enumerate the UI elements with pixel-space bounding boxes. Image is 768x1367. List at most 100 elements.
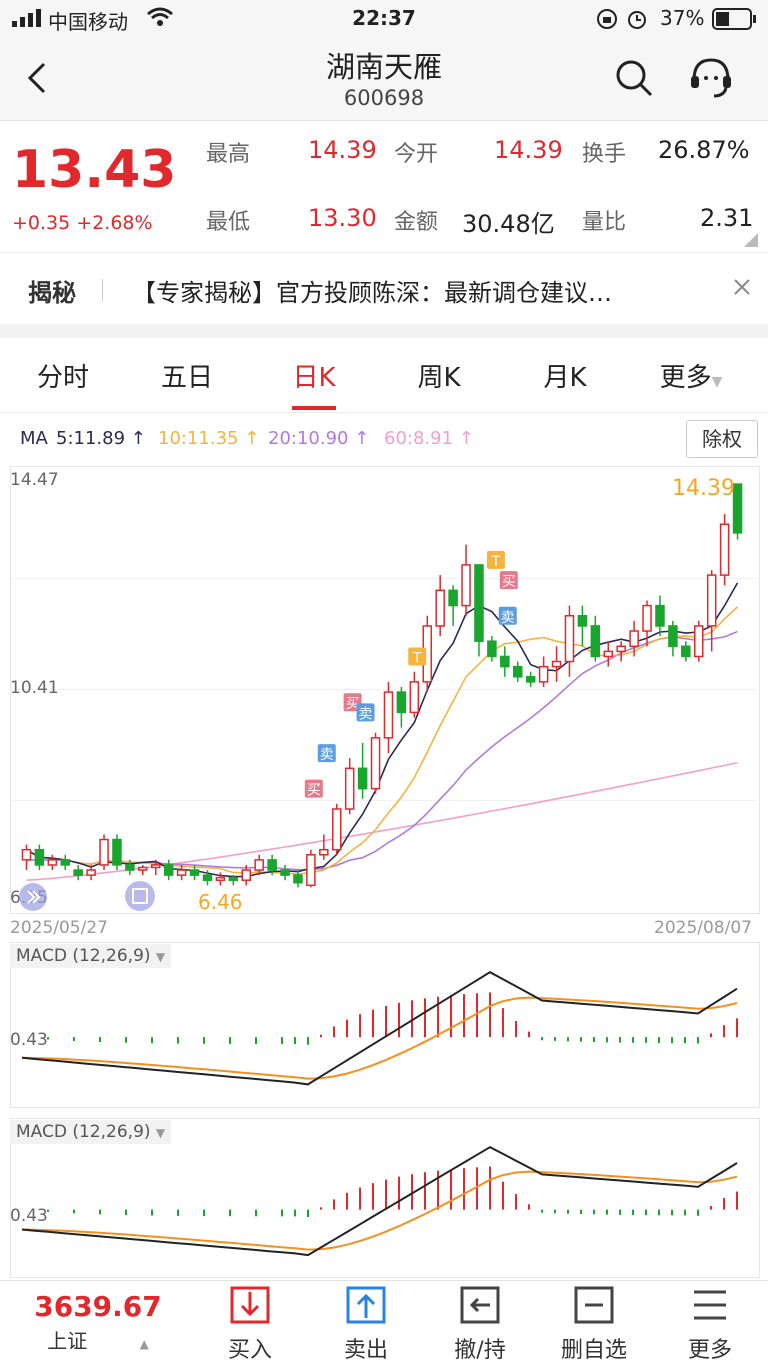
open-label: 今开 [394,142,439,167]
customer-service-icon[interactable] [688,56,734,104]
date-end: 2025/08/07 [654,918,752,938]
low-marker: 6.46 [198,890,243,914]
macd-value-1: 0.43 [10,1030,48,1050]
ma5-legend: 5:11.89 ↑ [56,428,146,449]
sell-button[interactable]: 卖出 [316,1286,416,1364]
candle-body [138,866,148,871]
candle-body [331,808,342,851]
banner-divider [102,279,103,301]
signal-badge-label: T [491,554,501,570]
candle-body [383,691,394,739]
candle-body [538,665,549,683]
battery-percent: 37% [660,6,705,30]
candle-body [73,869,83,876]
candle-body [577,615,588,627]
candle-body [396,691,407,714]
crosshair-toggle-icon[interactable] [124,880,156,916]
turnover-value: 26.87% [658,136,750,164]
section-gap [0,324,768,338]
candle-body [642,604,652,632]
candle-body [693,625,704,658]
tab-monthly-k[interactable]: 月K [510,357,620,394]
macd-chart-2 [21,1145,738,1257]
tab-intraday[interactable]: 分时 [8,357,118,394]
candle-body [603,650,614,658]
candle-body [241,869,252,881]
scroll-left-icon[interactable] [18,882,48,916]
buy-button[interactable]: 买入 [200,1286,300,1364]
low-label: 最低 [206,210,251,235]
more-button[interactable]: 更多 [660,1286,760,1364]
cancel-hold-icon [460,1286,500,1324]
candle-body [293,874,303,884]
tab-daily-k[interactable]: 日K [259,357,369,394]
ma10-legend: 10:11.35 ↑ [158,428,260,449]
last-price: 13.43 [12,140,177,200]
candle-body [254,859,264,871]
ma60-legend: 60:8.91 ↑ [384,428,474,449]
macd-value-2: 0.43 [10,1206,48,1226]
candle-body [163,864,174,876]
signal-badge-label: 卖 [501,610,515,626]
ma20-legend: 20:10.90 ↑ [268,428,370,449]
high-marker: 14.39 [672,476,735,501]
candle-body [280,869,290,876]
nav-bar: 湖南天雁 600698 [0,40,768,121]
candle-body [448,589,458,607]
candle-body [590,625,601,658]
open-value: 14.39 [494,136,563,164]
sell-icon [346,1286,386,1324]
candle-body [99,838,109,866]
candle-body [461,564,471,607]
candle-body [176,869,187,876]
cancel-hold-button[interactable]: 撤/持 [430,1286,530,1364]
low-value: 13.30 [308,204,377,232]
candle-body [409,681,420,714]
ma10-line [26,606,739,875]
candle-body [189,869,200,876]
signal-badge-label: 买 [502,574,516,590]
candle-body [112,838,122,866]
ma-label: MA [20,428,48,449]
banner-tag: 揭秘 [28,279,76,307]
candle-body [357,767,368,790]
candle-body [719,523,730,576]
tab-weekly-k[interactable]: 周K [384,357,494,394]
index-name: 上证 ▲ [47,1329,149,1353]
candle-body [150,864,161,869]
candle-body [228,876,239,881]
candle-body [564,615,575,663]
candle-body [319,848,329,856]
candle-body [668,625,678,648]
buy-icon [230,1286,270,1324]
volume-ratio-label: 量比 [582,210,627,235]
expand-corner-icon[interactable] [744,232,758,251]
candle-body [215,876,226,881]
tab-five-day[interactable]: 五日 [132,357,242,394]
candle-body [487,640,497,658]
date-start: 2025/05/27 [10,918,108,938]
battery-icon [712,8,758,35]
remove-watchlist-button[interactable]: 删自选 [544,1286,644,1364]
search-icon[interactable] [614,58,654,102]
ex-rights-button[interactable]: 除权 [686,420,758,458]
high-label: 最高 [206,142,251,167]
candle-body [267,859,277,871]
banner-text: 【专家揭秘】官方投顾陈深：最新调仓建议… [132,279,612,307]
macd-chart-1 [21,971,738,1086]
candle-body [681,645,691,658]
candle-body [34,848,45,866]
price-change: +0.35 +2.68% [12,212,153,234]
news-banner[interactable]: 揭秘 【专家揭秘】官方投顾陈深：最新调仓建议… [0,252,768,325]
index-value: 3639.67 [34,1290,162,1323]
high-value: 14.39 [308,136,377,164]
tab-more[interactable]: 更多▼ [636,357,746,394]
candle-body [706,574,717,627]
close-icon[interactable] [732,277,752,301]
candle-body [21,848,32,861]
candle-body [306,854,316,887]
index-quote[interactable]: 3639.67 上证 ▲ [28,1290,168,1354]
candle-body [629,630,639,648]
kline-chart[interactable]: T买卖T买卖卖买 [10,466,758,912]
tab-divider [0,412,768,413]
